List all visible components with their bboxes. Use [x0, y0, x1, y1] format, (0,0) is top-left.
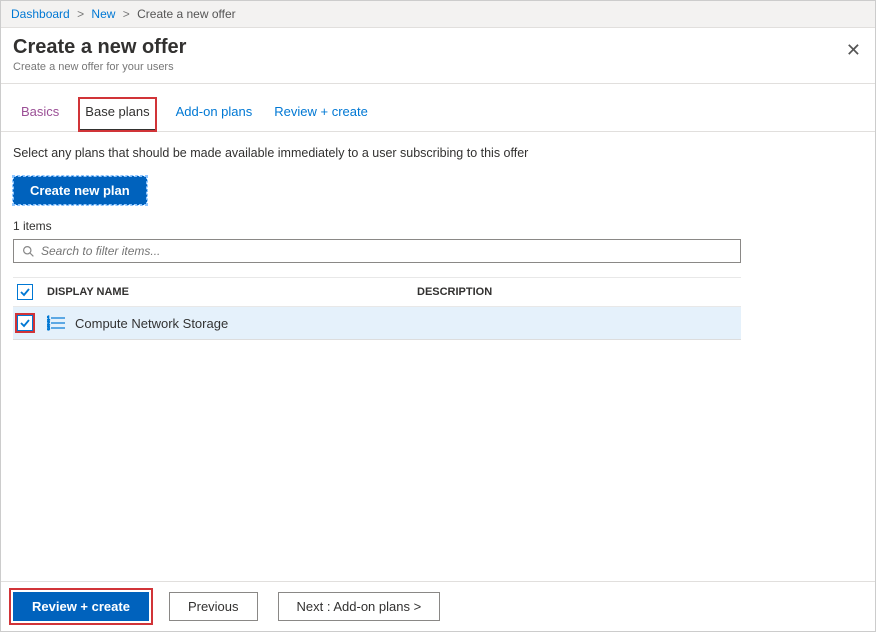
search-input-wrapper[interactable]: [13, 239, 741, 263]
review-create-button[interactable]: Review + create: [13, 592, 149, 621]
previous-button[interactable]: Previous: [169, 592, 258, 621]
svg-text:3: 3: [47, 326, 50, 331]
chevron-right-icon: >: [123, 7, 130, 21]
footer-bar: Review + create Previous Next : Add-on p…: [1, 581, 875, 631]
create-new-plan-button[interactable]: Create new plan: [13, 176, 147, 205]
search-icon: [22, 245, 35, 258]
table-header: DISPLAY NAME DESCRIPTION: [13, 277, 741, 307]
col-header-display-name[interactable]: DISPLAY NAME: [47, 286, 417, 298]
plans-table: DISPLAY NAME DESCRIPTION 1 2 3 Compute N…: [13, 277, 741, 340]
content-area: Select any plans that should be made ava…: [1, 132, 875, 340]
tab-base-plans[interactable]: Base plans: [79, 98, 155, 131]
close-icon[interactable]: ✕: [846, 40, 861, 61]
row-name: Compute Network Storage: [75, 316, 228, 331]
breadcrumb-current: Create a new offer: [137, 7, 236, 21]
select-all-checkbox[interactable]: [17, 284, 33, 300]
breadcrumb-dashboard[interactable]: Dashboard: [11, 7, 70, 21]
tab-basics[interactable]: Basics: [19, 98, 61, 131]
chevron-right-icon: >: [77, 7, 84, 21]
tab-review-create[interactable]: Review + create: [272, 98, 370, 131]
page-title: Create a new offer: [13, 36, 863, 59]
col-header-description[interactable]: DESCRIPTION: [417, 286, 737, 298]
breadcrumb-new[interactable]: New: [91, 7, 115, 21]
search-input[interactable]: [41, 244, 732, 258]
tab-bar: Basics Base plans Add-on plans Review + …: [1, 84, 875, 132]
next-button[interactable]: Next : Add-on plans >: [278, 592, 441, 621]
description-text: Select any plans that should be made ava…: [13, 146, 863, 160]
page-subtitle: Create a new offer for your users: [13, 61, 863, 73]
tab-addon-plans[interactable]: Add-on plans: [174, 98, 255, 131]
table-row[interactable]: 1 2 3 Compute Network Storage: [13, 307, 741, 340]
plan-icon: 1 2 3: [47, 315, 67, 331]
item-count: 1 items: [13, 219, 863, 233]
page-header: Create a new offer Create a new offer fo…: [1, 28, 875, 84]
row-checkbox[interactable]: [17, 315, 33, 331]
breadcrumb: Dashboard > New > Create a new offer: [1, 1, 875, 28]
